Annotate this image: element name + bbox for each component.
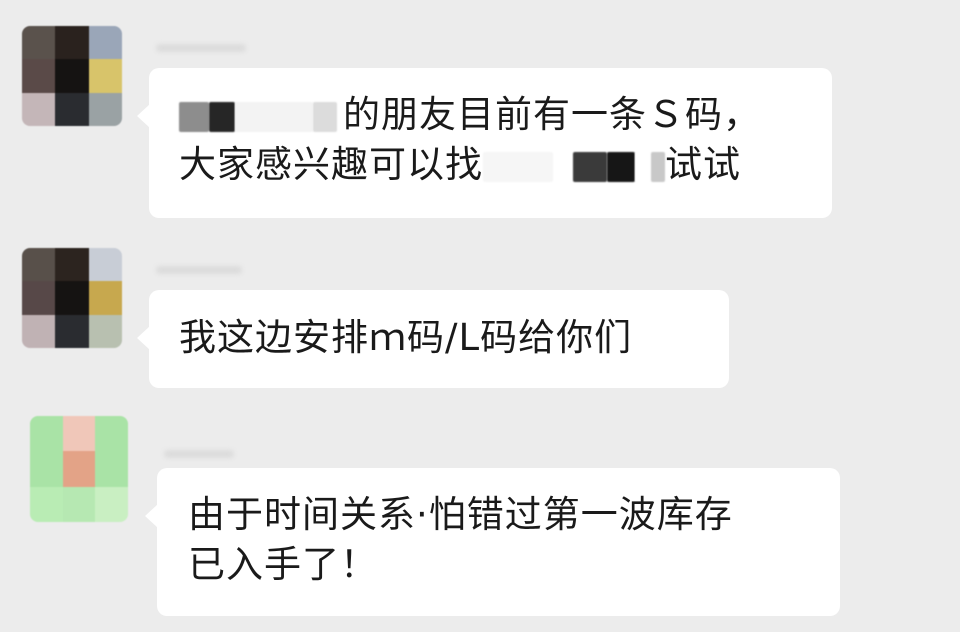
avatar-pixel	[62, 486, 96, 522]
avatar-pixels-1	[22, 26, 122, 126]
message-bubble[interactable]: 我这边安排ｍ码/L码给你们	[137, 290, 729, 388]
avatar-pixel	[62, 416, 96, 452]
message-line: 已入手了！	[188, 540, 840, 590]
avatar-pixel	[30, 451, 63, 487]
redacted-block	[635, 151, 651, 182]
message-text: 由于时间关系·怕错过第一波库存	[188, 493, 733, 536]
avatar-pixel	[22, 281, 56, 315]
avatar-pixel	[88, 92, 122, 126]
message-line: 由于时间关系·怕错过第一波库存	[188, 490, 840, 540]
redacted-block	[179, 101, 209, 132]
message-line: 我这边安排ｍ码/L码给你们	[179, 313, 729, 363]
sender-name-redacted	[156, 44, 246, 52]
message-text: 试试	[665, 143, 741, 186]
avatar[interactable]	[30, 416, 128, 522]
avatar-pixel	[30, 486, 63, 522]
redacted-block	[607, 151, 635, 182]
avatar-pixel	[88, 281, 122, 315]
avatar-pixel	[22, 59, 56, 93]
avatar-pixel	[22, 92, 56, 126]
message-text: 我这边安排ｍ码/L码给你们	[179, 316, 633, 359]
avatar-pixel	[95, 486, 128, 522]
avatar-pixel	[22, 314, 56, 348]
redacted-block	[651, 151, 665, 182]
message-text: 的朋友目前有一条Ｓ码，	[343, 93, 761, 136]
avatar-pixel	[88, 26, 122, 60]
redacted-block	[313, 101, 337, 132]
avatar-pixel	[55, 281, 89, 315]
avatar-pixel	[30, 416, 63, 452]
avatar-pixel	[88, 314, 122, 348]
avatar-pixel	[88, 59, 122, 93]
message-text: 大家感兴趣可以找	[179, 143, 483, 186]
sender-name-redacted	[164, 450, 234, 458]
avatar-pixel	[55, 92, 89, 126]
avatar-pixel	[55, 59, 89, 93]
redacted-block	[209, 101, 235, 132]
avatar-pixel	[95, 416, 128, 452]
redacted-block	[235, 101, 313, 132]
sender-name-redacted	[156, 266, 242, 274]
avatar[interactable]	[22, 248, 122, 348]
redacted-block	[573, 151, 607, 182]
redacted-block	[483, 151, 553, 182]
message-bubble[interactable]: 由于时间关系·怕错过第一波库存 已入手了！	[145, 468, 840, 616]
avatar-pixels-2	[22, 248, 122, 348]
avatar-pixel	[22, 248, 56, 282]
avatar-pixel	[22, 26, 56, 60]
avatar-pixel	[95, 451, 128, 487]
avatar-pixel	[55, 314, 89, 348]
avatar-pixel	[88, 248, 122, 282]
avatar-pixels-3	[30, 416, 128, 522]
avatar-pixel	[55, 26, 89, 60]
message-line: 大家感兴趣可以找 试试	[179, 140, 832, 190]
message-bubble[interactable]: 的朋友目前有一条Ｓ码， 大家感兴趣可以找 试试	[137, 68, 832, 218]
avatar-pixel	[62, 451, 96, 487]
message-line: 的朋友目前有一条Ｓ码，	[179, 90, 832, 140]
avatar[interactable]	[22, 26, 122, 126]
message-text: 已入手了！	[188, 543, 378, 586]
avatar-pixel	[55, 248, 89, 282]
